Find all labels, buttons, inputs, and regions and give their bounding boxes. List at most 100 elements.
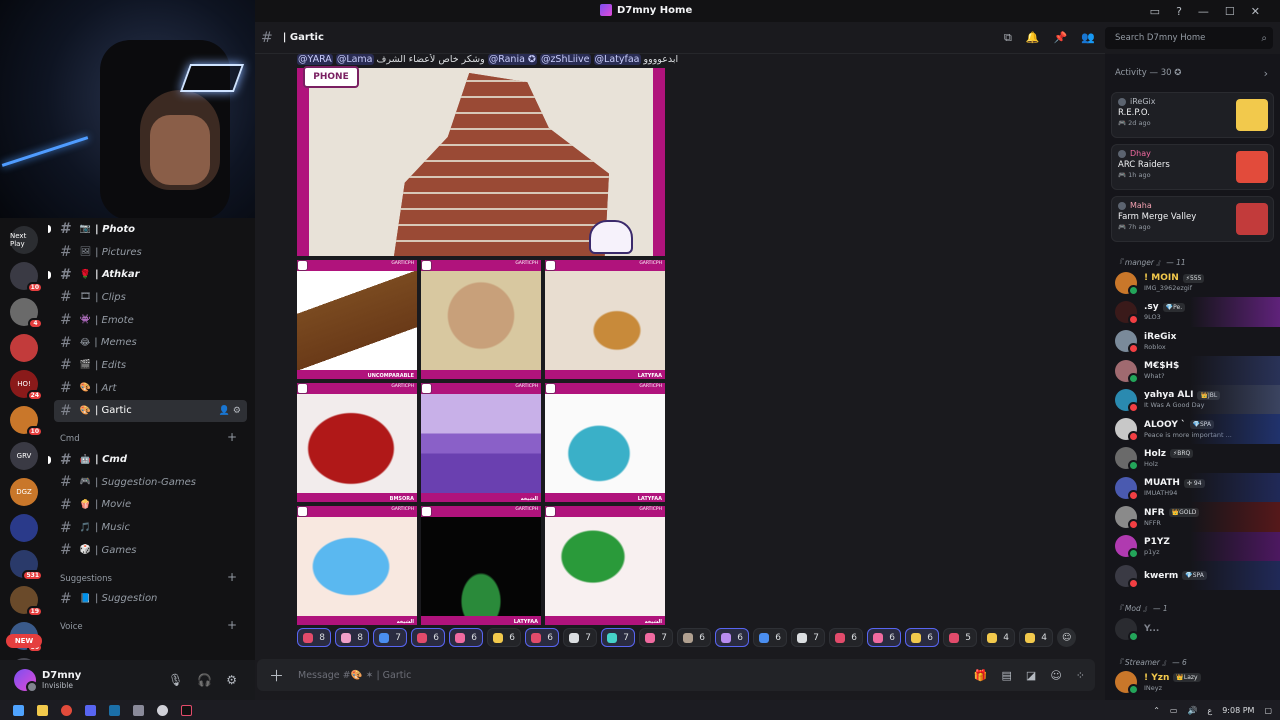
channel-item[interactable]: # 🎬 | Edits (48, 354, 255, 377)
reaction-button[interactable]: 6 (449, 628, 483, 647)
app-icon[interactable] (133, 704, 144, 716)
reaction-button[interactable]: 6 (487, 628, 521, 647)
channel-item[interactable]: # 🎲 | Games (48, 539, 255, 562)
discord-icon[interactable] (85, 704, 96, 716)
reaction-button[interactable]: 4 (1019, 628, 1053, 647)
reaction-button[interactable]: 6 (411, 628, 445, 647)
mention[interactable]: @Latyfaa (593, 54, 641, 65)
channel-item[interactable]: # 🎨 | Art (48, 377, 255, 400)
member-item[interactable]: Holz ⚡BRQ Holz (1105, 444, 1280, 473)
create-channel-icon[interactable]: + (227, 570, 237, 584)
settings-icon[interactable]: ⚙ (233, 406, 241, 416)
server-icon[interactable] (10, 334, 38, 362)
mention[interactable]: @zShLiive (539, 54, 591, 65)
mention[interactable]: @YARA (297, 54, 333, 65)
gallery-image[interactable]: GARTICPH الشيخه (297, 506, 417, 625)
gallery-image[interactable]: GARTICPH BMSORA (297, 383, 417, 502)
gallery-image[interactable]: GARTICPH UNCOMPARABLE (297, 260, 417, 379)
channel-item[interactable]: # 🌹 | Athkar (48, 263, 255, 286)
reaction-button[interactable]: 7 (373, 628, 407, 647)
network-icon[interactable]: ▭ (1170, 706, 1178, 715)
mention[interactable]: @Rania ✪ (487, 54, 537, 65)
reaction-button[interactable]: 4 (981, 628, 1015, 647)
activity-header[interactable]: Activity — 30 ✪ › (1105, 54, 1280, 92)
server-icon[interactable]: DGZ (10, 478, 38, 506)
channel-item[interactable]: # 🍿 | Movie (48, 494, 255, 517)
reaction-button[interactable]: 7 (563, 628, 597, 647)
emoji-icon[interactable]: ☺ (1050, 669, 1061, 682)
file-explorer-icon[interactable] (37, 704, 48, 716)
close-icon[interactable]: ✕ (1251, 5, 1260, 18)
tiktok-icon[interactable] (181, 704, 192, 716)
server-icon[interactable]: 531 (10, 550, 43, 581)
gallery-image[interactable]: GARTICPH LATYFAA (545, 260, 665, 379)
message-input[interactable]: ＋ Message #🎨 ✶ | Gartic 🎁 ▤ ◪ ☺ ⁘ (257, 659, 1095, 691)
channel-item[interactable]: # 📷 | Photo (48, 218, 255, 241)
activity-card[interactable]: Dhay ARC Raiders 🎮 1h ago (1111, 144, 1274, 190)
help-icon[interactable]: ? (1176, 5, 1182, 18)
gallery-image[interactable]: GARTICPH الشيخه (421, 383, 541, 502)
gallery-image[interactable]: GARTICPH LATYFAA (545, 383, 665, 502)
search-input[interactable]: Search D7mny Home ⌕ (1105, 27, 1273, 49)
reaction-button[interactable]: 7 (791, 628, 825, 647)
apps-icon[interactable]: ⁘ (1076, 669, 1085, 682)
member-item[interactable]: kwerm💎SPA (1105, 560, 1280, 591)
reaction-button[interactable]: 7 (639, 628, 673, 647)
member-item[interactable]: iReGix Roblox (1105, 327, 1280, 356)
inbox-icon[interactable]: ▭ (1150, 5, 1160, 18)
chrome-icon[interactable] (61, 704, 72, 716)
reaction-button[interactable]: 5 (943, 628, 977, 647)
user-names[interactable]: D7mny Invisible (42, 670, 81, 690)
reaction-button[interactable]: 6 (677, 628, 711, 647)
member-item[interactable]: ! MOIN ⚡555 IMG_3962ezgif (1105, 268, 1280, 297)
reaction-button[interactable]: 6 (829, 628, 863, 647)
reaction-button[interactable]: 8 (297, 628, 331, 647)
reaction-button[interactable]: 6 (753, 628, 787, 647)
reaction-button[interactable]: 8 (335, 628, 369, 647)
maximize-icon[interactable]: ☐ (1225, 5, 1235, 18)
channel-item[interactable]: # 📘 | Suggestion (48, 588, 255, 611)
member-item[interactable]: ! Yzn 👑Lazy INeyz (1105, 668, 1280, 697)
server-icon[interactable]: 10 (10, 262, 43, 293)
volume-icon[interactable]: 🔊 (1187, 706, 1197, 715)
gallery-image[interactable]: GARTICPH الشيخه (545, 506, 665, 625)
channel-item[interactable]: # 🎮 | Suggestion-Games (48, 471, 255, 494)
gear-icon[interactable]: ⚙ (226, 673, 237, 687)
mention[interactable]: @Lama (335, 54, 374, 65)
member-item[interactable]: ALOOY `💎SPAPeace is more important ... (1105, 414, 1280, 444)
member-item[interactable]: Y... (1105, 614, 1280, 643)
member-item[interactable]: .sy 💎Pe. 9LO3 (1105, 297, 1280, 327)
server-icon[interactable] (10, 514, 38, 542)
channel-item[interactable]: # 🎵 | Music (48, 516, 255, 539)
reaction-button[interactable]: 6 (867, 628, 901, 647)
chevron-right-icon[interactable]: › (1264, 67, 1268, 80)
minimize-icon[interactable]: — (1198, 5, 1209, 18)
channel-item[interactable]: # 😂 | Memes (48, 331, 255, 354)
server-icon[interactable]: Next Play (10, 226, 38, 254)
add-reaction-button[interactable]: ☺ (1057, 628, 1077, 647)
gif-icon[interactable]: ▤ (1002, 669, 1012, 682)
avatar[interactable] (14, 669, 38, 693)
category-voice[interactable]: Voice + (48, 610, 255, 636)
server-icon[interactable]: 19 (10, 586, 43, 617)
category-suggestions[interactable]: Suggestions + (48, 562, 255, 588)
members-icon[interactable]: 👥 (1081, 31, 1095, 45)
obs-icon[interactable] (157, 704, 168, 716)
channel-item[interactable]: # 👾 | Emote (48, 309, 255, 332)
gift-icon[interactable]: 🎁 (974, 669, 988, 682)
pin-icon[interactable]: 📌 (1054, 31, 1068, 45)
headphones-icon[interactable]: 🎧 (197, 673, 212, 687)
reaction-button[interactable]: 6 (525, 628, 559, 647)
bell-icon[interactable]: 🔔 (1026, 31, 1040, 45)
language-indicator[interactable]: ع (1207, 706, 1212, 715)
server-icon[interactable]: GRV (10, 442, 38, 470)
channel-gartic[interactable]: # 🎨 | Gartic 👤 ⚙ (54, 399, 247, 423)
activity-card[interactable]: iReGix R.E.P.O. 🎮 2d ago (1111, 92, 1274, 138)
invite-icon[interactable]: 👤 (219, 406, 230, 416)
channel-item[interactable]: # 🎞 | Clips (48, 286, 255, 309)
steam-icon[interactable] (109, 704, 120, 716)
activity-card[interactable]: Maha Farm Merge Valley 🎮 7h ago (1111, 196, 1274, 242)
category-cmd[interactable]: Cmd + (48, 422, 255, 448)
gallery-image[interactable]: GARTICPH (421, 260, 541, 379)
clock[interactable]: 9:08 PM (1222, 706, 1254, 715)
